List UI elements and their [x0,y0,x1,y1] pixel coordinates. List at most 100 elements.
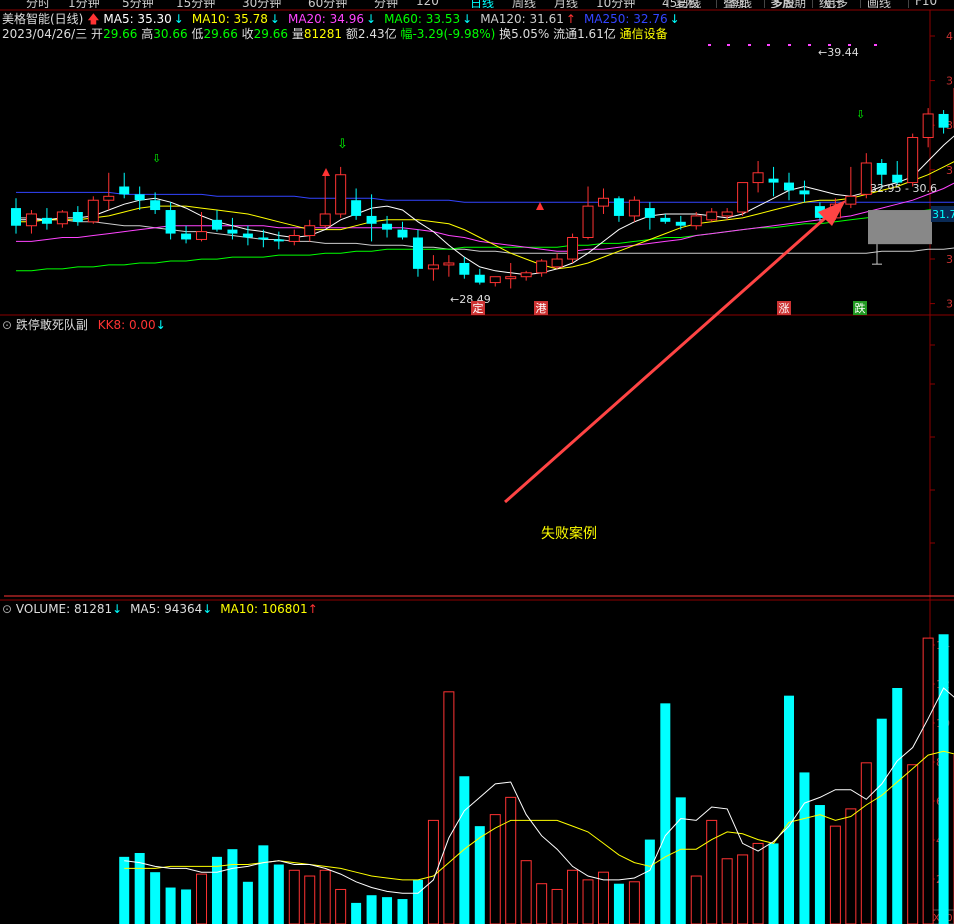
annotation-arrow-line [504,210,833,504]
candle-body-up [536,260,548,274]
volume-bar-down [644,839,655,924]
volume-bar-up [829,825,841,924]
down-arrow-icon: ⇩ [152,152,161,165]
up-arrow-icon [536,202,544,210]
volume-bar-down [876,718,887,924]
volume-bar-up [196,873,208,924]
volume-bar-down [351,902,362,924]
volume-bar-down [150,872,161,924]
volume-bar-up [288,869,300,924]
candle-body-down [11,208,21,226]
candle-body-down [382,223,393,230]
volume-bar-down [784,695,794,924]
up-arrow-icon [322,168,330,176]
pink-dot-mark [748,44,751,46]
candle-body-down [211,219,222,230]
candle-body-down [397,229,408,238]
candle-body-down [412,237,423,269]
volume-bar-up [922,637,934,924]
candle-body-down [351,200,362,216]
volume-bar-up [319,869,331,924]
volume-bar-up [520,860,532,924]
pink-dot-mark [727,44,730,46]
candle-body-up [845,195,857,205]
candle-body-up [520,272,532,278]
volume-bar-up [505,796,517,924]
candle-body-down [181,233,192,240]
candle-body-down [768,178,779,183]
candle-body-down [227,229,238,234]
volume-bar-up [489,814,501,924]
candle-body-up [489,276,501,284]
volume-bar-down [814,805,825,924]
candle-body-up [922,113,934,138]
candle-body-up [690,215,702,227]
candle-body-up [597,197,609,207]
ma120-line [16,217,954,254]
volume-bar-down [165,887,176,924]
volume-bar-up [628,881,640,924]
volume-bar-down [613,883,624,924]
price-axis-label: 3 [946,253,953,266]
down-arrow-icon: ⇩ [856,108,865,121]
candle-body-down [165,210,176,234]
volume-bar-down [660,703,671,924]
ma60-line [16,206,954,272]
volume-bar-up [907,764,919,924]
candle-body-down [675,221,686,226]
candle-body-up [319,213,331,227]
candle-body-down [938,113,949,128]
candle-body-down [784,182,794,191]
volume-bar-down [211,856,222,924]
candle-body-up [721,211,733,217]
pink-dot-mark [767,44,770,46]
volume-bar-down [768,843,779,924]
volume-bar-down [366,895,377,924]
volume-bar-up [706,819,718,924]
candle-body-up [335,174,347,215]
pink-dot-mark [708,44,711,46]
volume-bar-up [860,762,872,924]
candle-body-down [459,262,470,275]
price-axis-label: 4 [946,30,953,43]
volume-bar-down [227,849,238,924]
candle-body-down [474,274,485,283]
candle-body-down [150,200,161,211]
volume-bar-up [427,819,439,924]
candle-body-up [628,199,640,217]
price-axis-label: 3 [946,298,953,311]
chart-canvas: 433333331.7←39.44←28.4932.95 - 30.6⇩⇩⇩定港… [0,9,954,924]
candle-body-down [366,215,377,224]
volume-bar-up [567,869,579,924]
candle-body-up [505,276,517,280]
candle-body-up [706,211,718,221]
volume-ma5-line [124,687,954,894]
candle-body-up [304,225,316,237]
volume-bar-up [582,879,594,924]
candle-body-up [87,199,99,223]
volume-bar-up [443,691,455,924]
candle-body-up [288,235,300,242]
candle-body-down [134,194,145,201]
high-price-label: ←39.44 [818,46,859,59]
volume-bar-down [382,897,393,924]
candle-body-down [273,239,284,242]
kk8-line [4,595,954,597]
candle-body-up [196,231,208,240]
volume-bar-up [721,858,733,924]
marker-label: 涨 [779,302,790,315]
right-price-label: 31.7 [932,208,954,221]
candle-body-up [907,136,919,184]
ma5-line [16,135,954,276]
volume-bar-down [397,899,408,924]
candle-body-up [551,258,563,268]
down-arrow-icon: ⇩ [337,137,348,152]
volume-bar-down [459,776,470,924]
candle-body-up [56,211,68,225]
price-axis-label: 3 [946,164,953,177]
volume-bar-up [536,883,548,924]
candle-body-up [752,172,764,184]
volume-bar-down [892,687,903,924]
candle-body-up [25,213,37,227]
volume-bar-up [845,808,857,924]
